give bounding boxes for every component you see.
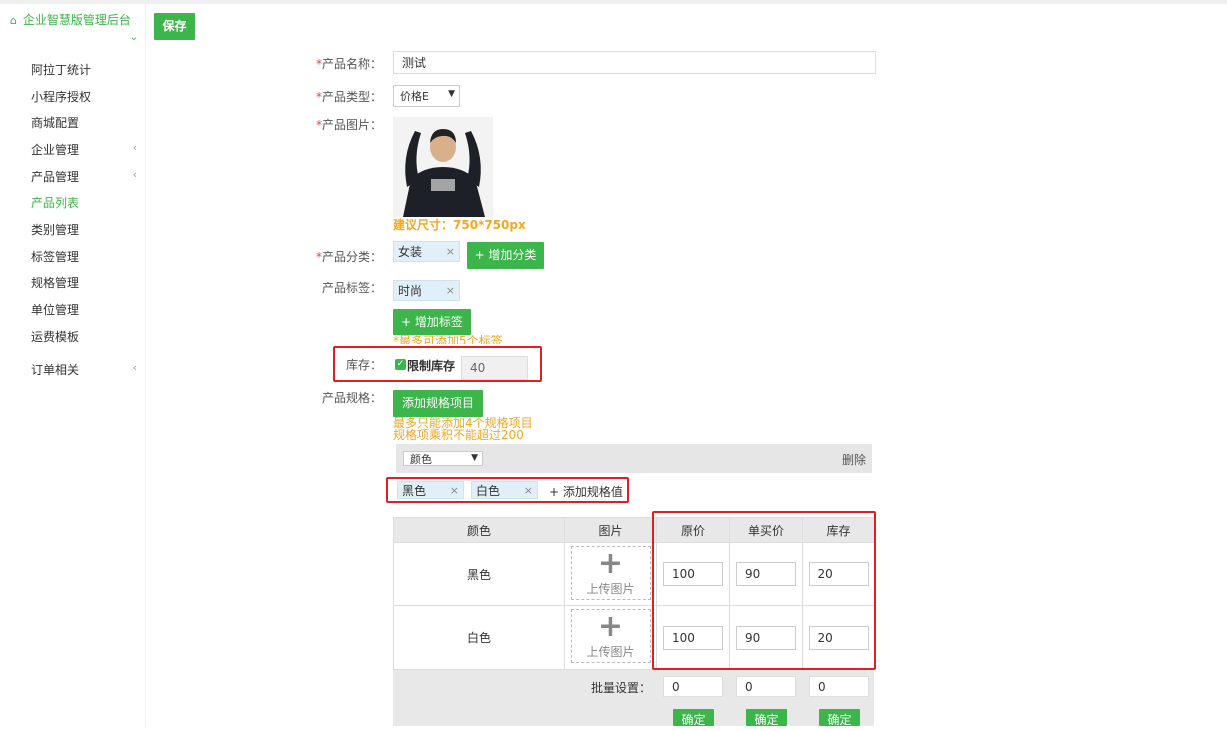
sidebar-item-product-manage[interactable]: 产品管理 ‹	[31, 168, 141, 185]
label-text: 产品分类：	[321, 250, 382, 264]
batch-price-input[interactable]: 0	[663, 676, 723, 697]
sidebar-item-label: 规格管理	[31, 276, 80, 290]
dropdown-arrow-icon: ▼	[471, 453, 478, 463]
column-header: 颜色	[393, 517, 565, 543]
spec-product-limit-hint: 规格项乘积不能超过200	[393, 428, 524, 442]
image-cell: + 上传图片	[564, 605, 657, 670]
sidebar-item-label: 阿拉丁统计	[31, 63, 92, 77]
sidebar-item-enterprise[interactable]: 企业管理 ‹	[31, 141, 141, 158]
save-button[interactable]: 保存	[154, 13, 195, 40]
upload-text: 上传图片	[586, 581, 635, 596]
upload-image-button[interactable]: + 上传图片	[570, 609, 651, 663]
close-icon[interactable]: ×	[446, 284, 455, 297]
add-tag-button[interactable]: + 增加标签	[393, 309, 471, 335]
product-image-label: *产品图片：	[315, 118, 382, 132]
limit-stock-checkbox[interactable]: ✓	[395, 359, 406, 370]
sidebar-item-tags[interactable]: 标签管理	[31, 248, 141, 265]
close-icon[interactable]: ×	[524, 484, 533, 497]
spec-value-tag: 白色 ×	[471, 481, 538, 499]
stock-input[interactable]: 40	[461, 356, 528, 380]
chevron-left-icon: ‹	[132, 361, 137, 374]
home-icon: ⌂	[10, 14, 17, 27]
sidebar-item-category[interactable]: 类别管理	[31, 221, 141, 238]
tag-limit-hint: *最多可添加5个标签	[393, 335, 503, 344]
sidebar-item-shop-config[interactable]: 商城配置	[31, 114, 141, 131]
product-tag-label: 产品标签：	[321, 281, 382, 295]
sidebar-item-label: 类别管理	[31, 223, 80, 237]
image-size-hint: 建议尺寸：750*750px	[393, 218, 526, 232]
sidebar-item-label: 企业管理	[31, 143, 80, 157]
sidebar-item-orders[interactable]: 订单相关 ‹	[31, 361, 141, 378]
chevron-left-icon: ‹	[132, 168, 137, 181]
sidebar-item-label: 产品管理	[31, 170, 80, 184]
product-name-label: *产品名称：	[315, 57, 382, 71]
tag-text: 时尚	[398, 284, 423, 298]
category-tag: 女装 ×	[393, 241, 460, 262]
sidebar-brand[interactable]: ⌂ 企业智慧版管理后台 ⌄	[10, 12, 142, 43]
sidebar-item-product-list[interactable]: 产品列表	[31, 194, 141, 211]
confirm-button[interactable]: 确定	[819, 709, 860, 727]
chevron-left-icon: ‹	[132, 141, 137, 154]
product-type-label: *产品类型：	[315, 90, 382, 104]
sidebar-item-aladdin[interactable]: 阿拉丁统计	[31, 61, 141, 78]
plus-icon: +	[597, 609, 624, 644]
product-type-select[interactable]: 价格E ▼	[393, 85, 460, 107]
product-image[interactable]	[393, 117, 493, 217]
spec-value-tag: 黑色 ×	[397, 481, 464, 499]
tag-text: 黑色	[402, 483, 427, 498]
product-category-label: *产品分类：	[315, 250, 382, 264]
sidebar-item-specs[interactable]: 规格管理	[31, 274, 141, 291]
image-cell: + 上传图片	[564, 542, 657, 606]
price-columns-highlight-box	[652, 511, 876, 670]
sidebar-item-label: 标签管理	[31, 250, 80, 264]
select-value: 价格E	[400, 90, 429, 103]
label-text: 产品图片：	[321, 118, 382, 132]
plus-icon: +	[597, 545, 624, 581]
tag-text: 女装	[398, 245, 423, 259]
stock-label: 库存：	[345, 358, 382, 372]
select-value: 颜色	[410, 452, 432, 466]
confirm-button[interactable]: 确定	[746, 709, 787, 727]
chevron-down-icon: ⌄	[129, 32, 138, 43]
color-cell: 黑色	[393, 542, 565, 606]
batch-settings-label: 批量设置：	[591, 681, 652, 695]
dropdown-arrow-icon: ▼	[448, 89, 455, 99]
product-name-input[interactable]: 测试	[393, 51, 876, 74]
label-text: 产品类型：	[321, 90, 382, 104]
batch-stock-input[interactable]: 0	[809, 676, 869, 697]
sidebar-item-shipping[interactable]: 运费模板	[31, 328, 141, 345]
close-icon[interactable]: ×	[450, 484, 459, 497]
add-spec-item-button[interactable]: 添加规格项目	[393, 390, 483, 417]
sidebar-item-label: 产品列表	[31, 196, 80, 210]
spec-delete-link[interactable]: 删除	[842, 451, 866, 468]
add-category-button[interactable]: + 增加分类	[467, 242, 544, 269]
spec-item-select[interactable]: 颜色 ▼	[403, 451, 483, 466]
sidebar-item-label: 小程序授权	[31, 90, 92, 104]
upload-image-button[interactable]: + 上传图片	[570, 545, 651, 600]
sidebar-item-label: 单位管理	[31, 303, 80, 317]
sidebar-item-label: 商城配置	[31, 116, 80, 130]
product-photo-icon	[393, 117, 493, 217]
sidebar-item-units[interactable]: 单位管理	[31, 301, 141, 318]
color-cell: 白色	[393, 605, 565, 670]
sidebar-item-label: 订单相关	[31, 363, 80, 377]
close-icon[interactable]: ×	[446, 245, 455, 258]
tag-text: 白色	[476, 483, 501, 498]
confirm-button[interactable]: 确定	[673, 709, 714, 727]
upload-text: 上传图片	[586, 645, 635, 659]
brand-title: 企业智慧版管理后台	[22, 13, 131, 27]
label-text: 产品名称：	[321, 57, 382, 71]
batch-single-price-input[interactable]: 0	[736, 676, 796, 697]
add-spec-value-link[interactable]: + 添加规格值	[549, 483, 623, 500]
column-header: 图片	[564, 517, 657, 543]
product-spec-label: 产品规格：	[321, 391, 382, 405]
sidebar-item-miniapp-auth[interactable]: 小程序授权	[31, 88, 141, 105]
product-tag: 时尚 ×	[393, 280, 460, 301]
limit-stock-label: 限制库存	[407, 359, 456, 373]
sidebar-item-label: 运费模板	[31, 330, 80, 344]
